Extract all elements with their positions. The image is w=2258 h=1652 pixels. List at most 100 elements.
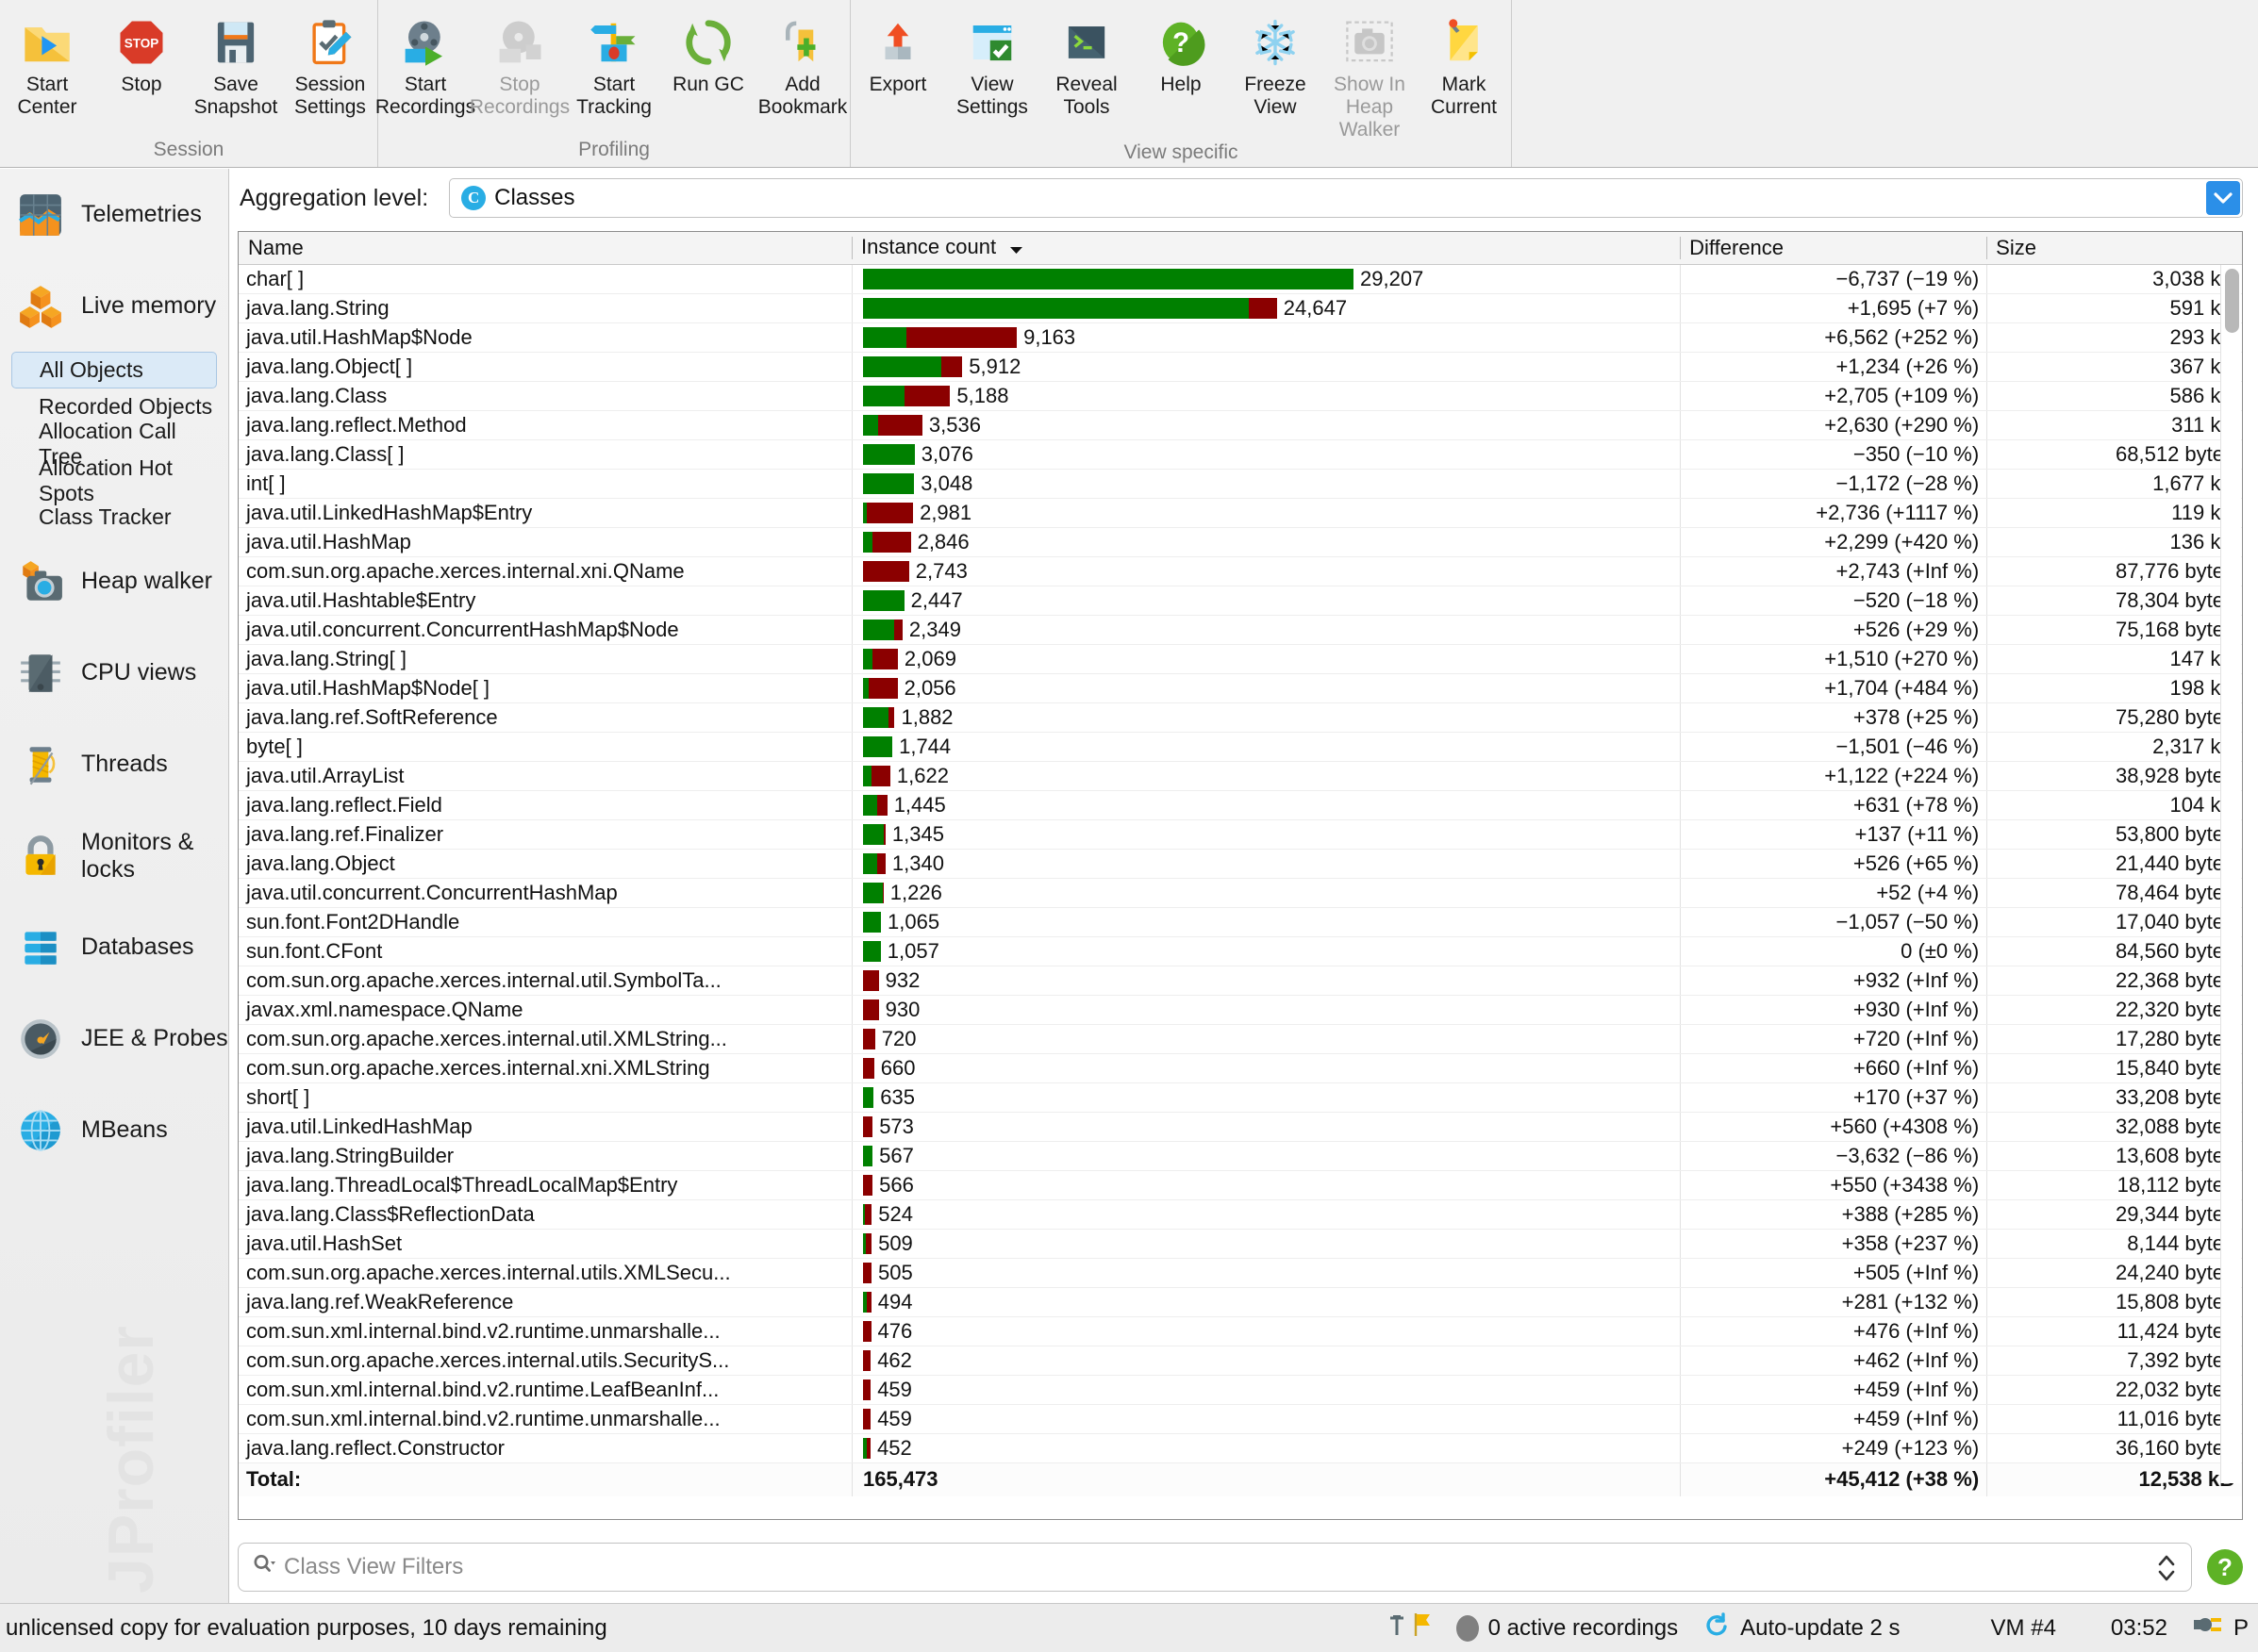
status-icons bbox=[1386, 1611, 1432, 1644]
aggregation-level-select[interactable]: C Classes bbox=[449, 178, 2243, 218]
table-row[interactable]: java.lang.ThreadLocal$ThreadLocalMap$Ent… bbox=[239, 1170, 2242, 1200]
help-button[interactable]: ? Help bbox=[1134, 6, 1228, 121]
table-row[interactable]: char[ ] 29,207 −6,737 (−19 %) 3,038 kB bbox=[239, 264, 2242, 294]
table-row[interactable]: java.lang.Class$ReflectionData 524 +388 (+… bbox=[239, 1199, 2242, 1230]
toolbar-button-label: Start Tracking bbox=[576, 74, 652, 118]
table-row[interactable]: byte[ ] 1,744 −1,501 (−46 %) 2,317 kB bbox=[239, 732, 2242, 762]
bar-graphic bbox=[863, 385, 951, 406]
table-row[interactable]: com.sun.org.apache.xerces.internal.utils… bbox=[239, 1346, 2242, 1376]
sidebar-item-jee-probes[interactable]: JEE & Probes bbox=[0, 993, 228, 1084]
table-row[interactable]: com.sun.org.apache.xerces.internal.util.… bbox=[239, 966, 2242, 996]
class-view-filter-input[interactable]: Class View Filters bbox=[238, 1543, 2192, 1592]
table-row[interactable]: java.lang.ref.SoftReference 1,882 +378 (+2… bbox=[239, 702, 2242, 733]
column-header-size[interactable]: Size bbox=[1986, 232, 2242, 265]
export-button[interactable]: Export bbox=[851, 6, 945, 121]
bar-segment-difference bbox=[863, 1349, 872, 1371]
table-row[interactable]: java.util.HashMap$Node[ ] 2,056 +1,704 (+4… bbox=[239, 673, 2242, 703]
table-row[interactable]: com.sun.org.apache.xerces.internal.util.… bbox=[239, 1024, 2242, 1054]
plug-icon bbox=[2192, 1612, 2224, 1644]
start-center-button[interactable]: Start Center bbox=[0, 6, 94, 121]
start-tracking-button[interactable]: Start Tracking bbox=[567, 6, 661, 121]
cell-difference: +560 (+4308 %) bbox=[1680, 1112, 1987, 1142]
table-row[interactable]: java.lang.String 24,647 +1,695 (+7 %) 591 k… bbox=[239, 293, 2242, 323]
bar-segment-difference bbox=[867, 502, 914, 523]
sidebar-subitem-allocation-hot-spots[interactable]: Allocation Hot Spots bbox=[11, 455, 217, 505]
table-row[interactable]: java.util.concurrent.ConcurrentHashMap$N… bbox=[239, 615, 2242, 645]
snowflake-icon bbox=[1250, 17, 1301, 68]
bar-segment-difference bbox=[878, 414, 922, 436]
table-row[interactable]: int[ ] 3,048 −1,172 (−28 %) 1,677 kB bbox=[239, 469, 2242, 499]
cell-class-name: java.lang.ref.Finalizer bbox=[239, 819, 852, 850]
table-row[interactable]: java.lang.Class[ ] 3,076 −350 (−10 %) 68,51… bbox=[239, 439, 2242, 470]
sidebar: Telemetries Live memory All Objects Recorde… bbox=[0, 169, 229, 1603]
sidebar-item-heap-walker[interactable]: Heap walker bbox=[0, 536, 228, 627]
mark-current-button[interactable]: Mark Current bbox=[1417, 6, 1511, 121]
sidebar-item-telemetries[interactable]: Telemetries bbox=[0, 169, 228, 260]
table-row[interactable]: java.lang.Object 1,340 +526 (+65 %) 21,440 … bbox=[239, 849, 2242, 879]
sidebar-item-mbeans[interactable]: MBeans bbox=[0, 1084, 228, 1176]
sidebar-item-live-memory[interactable]: Live memory bbox=[0, 260, 228, 352]
scrollbar-thumb[interactable] bbox=[2225, 269, 2239, 333]
table-row[interactable]: sun.font.CFont 1,057 0 (±0 %) 84,560 bytes bbox=[239, 936, 2242, 966]
table-row[interactable]: java.util.HashSet 509 +358 (+237 %) 8,144 b… bbox=[239, 1229, 2242, 1259]
freeze-view-button[interactable]: Freeze View bbox=[1228, 6, 1322, 121]
spinner-stepper-icon[interactable] bbox=[2155, 1552, 2178, 1584]
cell-class-name: com.sun.org.apache.xerces.internal.xni.Q… bbox=[239, 556, 852, 586]
vm-indicator: VM #4 bbox=[1990, 1614, 2056, 1641]
table-row[interactable]: com.sun.xml.internal.bind.v2.runtime.Lea… bbox=[239, 1375, 2242, 1405]
table-row[interactable]: com.sun.org.apache.xerces.internal.utils… bbox=[239, 1258, 2242, 1288]
chevron-down-icon[interactable] bbox=[2206, 181, 2240, 215]
cell-size: 1,677 kB bbox=[1986, 469, 2242, 499]
table-row[interactable]: javax.xml.namespace.QName 930 +930 (+Inf %… bbox=[239, 995, 2242, 1025]
session-settings-button[interactable]: Session Settings bbox=[283, 6, 377, 121]
sidebar-item-label: Monitors & locks bbox=[81, 828, 194, 883]
table-row[interactable]: java.lang.reflect.Field 1,445 +631 (+78 %)… bbox=[239, 790, 2242, 820]
column-header-difference[interactable]: Difference bbox=[1680, 232, 1987, 265]
table-row[interactable]: java.lang.ref.Finalizer 1,345 +137 (+11 %)… bbox=[239, 819, 2242, 850]
table-row[interactable]: java.lang.Class 5,188 +2,705 (+109 %) 586 k… bbox=[239, 381, 2242, 411]
sidebar-item-cpu-views[interactable]: CPU views bbox=[0, 627, 228, 719]
reveal-tools-button[interactable]: Reveal Tools bbox=[1039, 6, 1134, 121]
table-row[interactable]: java.util.ArrayList 1,622 +1,122 (+224 %) 3… bbox=[239, 761, 2242, 791]
table-row[interactable]: java.util.LinkedHashMap$Entry 2,981 +2,736… bbox=[239, 498, 2242, 528]
cell-size: 293 kB bbox=[1986, 322, 2242, 353]
cell-difference: +281 (+132 %) bbox=[1680, 1287, 1987, 1317]
run-gc-button[interactable]: Run GC bbox=[661, 6, 755, 121]
sidebar-subitem-all-objects[interactable]: All Objects bbox=[11, 352, 217, 388]
help-button[interactable]: ? bbox=[2207, 1549, 2243, 1585]
column-header-instance-count[interactable]: Instance count bbox=[852, 232, 1681, 265]
table-row[interactable]: java.util.LinkedHashMap 573 +560 (+4308 %)… bbox=[239, 1112, 2242, 1142]
stop-button[interactable]: STOP Stop bbox=[94, 6, 189, 121]
table-row[interactable]: com.sun.org.apache.xerces.internal.xni.Q… bbox=[239, 556, 2242, 586]
sidebar-item-threads[interactable]: Threads bbox=[0, 719, 228, 810]
table-row[interactable]: java.lang.Object[ ] 5,912 +1,234 (+26 %) 36… bbox=[239, 352, 2242, 382]
table-row[interactable]: com.sun.xml.internal.bind.v2.runtime.unm… bbox=[239, 1404, 2242, 1434]
sidebar-item-monitors-locks[interactable]: Monitors & locks bbox=[0, 810, 228, 901]
bar-graphic bbox=[863, 355, 963, 377]
table-row[interactable]: sun.font.Font2DHandle 1,065 −1,057 (−50 %)… bbox=[239, 907, 2242, 937]
cell-size: 198 kB bbox=[1986, 673, 2242, 703]
table-row[interactable]: java.util.concurrent.ConcurrentHashMap 1,… bbox=[239, 878, 2242, 908]
table-row[interactable]: java.util.HashMap 2,846 +2,299 (+420 %) 136… bbox=[239, 527, 2242, 557]
table-row[interactable]: java.lang.reflect.Constructor 452 +249 (+1… bbox=[239, 1433, 2242, 1463]
table-row[interactable]: short[ ] 635 +170 (+37 %) 33,208 bytes bbox=[239, 1082, 2242, 1113]
table-row[interactable]: java.util.HashMap$Node 9,163 +6,562 (+252 … bbox=[239, 322, 2242, 353]
table-row[interactable]: com.sun.xml.internal.bind.v2.runtime.unm… bbox=[239, 1316, 2242, 1346]
view-settings-button[interactable]: View Settings bbox=[945, 6, 1039, 121]
toolbar-button-label: Add Bookmark bbox=[757, 74, 848, 118]
column-header-name[interactable]: Name bbox=[239, 232, 852, 265]
table-row[interactable]: java.lang.StringBuilder 567 −3,632 (−86 %)… bbox=[239, 1141, 2242, 1171]
start-recordings-button[interactable]: Start Recordings bbox=[375, 6, 475, 121]
table-row[interactable]: java.lang.reflect.Method 3,536 +2,630 (+29… bbox=[239, 410, 2242, 440]
table-row[interactable]: com.sun.org.apache.xerces.internal.xni.X… bbox=[239, 1053, 2242, 1083]
table-row[interactable]: java.lang.String[ ] 2,069 +1,510 (+270 %) 1… bbox=[239, 644, 2242, 674]
save-snapshot-button[interactable]: Save Snapshot bbox=[189, 6, 283, 121]
table-row[interactable]: java.lang.ref.WeakReference 494 +281 (+132… bbox=[239, 1287, 2242, 1317]
toolbar-group-items: Start Center STOP Stop Save Snapshot Session… bbox=[0, 6, 377, 139]
cell-class-name: java.util.LinkedHashMap bbox=[239, 1112, 852, 1142]
sidebar-item-databases[interactable]: Databases bbox=[0, 901, 228, 993]
table-row[interactable]: java.util.Hashtable$Entry 2,447 −520 (−18 … bbox=[239, 586, 2242, 616]
cell-instance-count: 660 bbox=[852, 1053, 1681, 1083]
table-vertical-scrollbar[interactable] bbox=[2220, 265, 2241, 1483]
add-bookmark-button[interactable]: Add Bookmark bbox=[755, 6, 850, 121]
